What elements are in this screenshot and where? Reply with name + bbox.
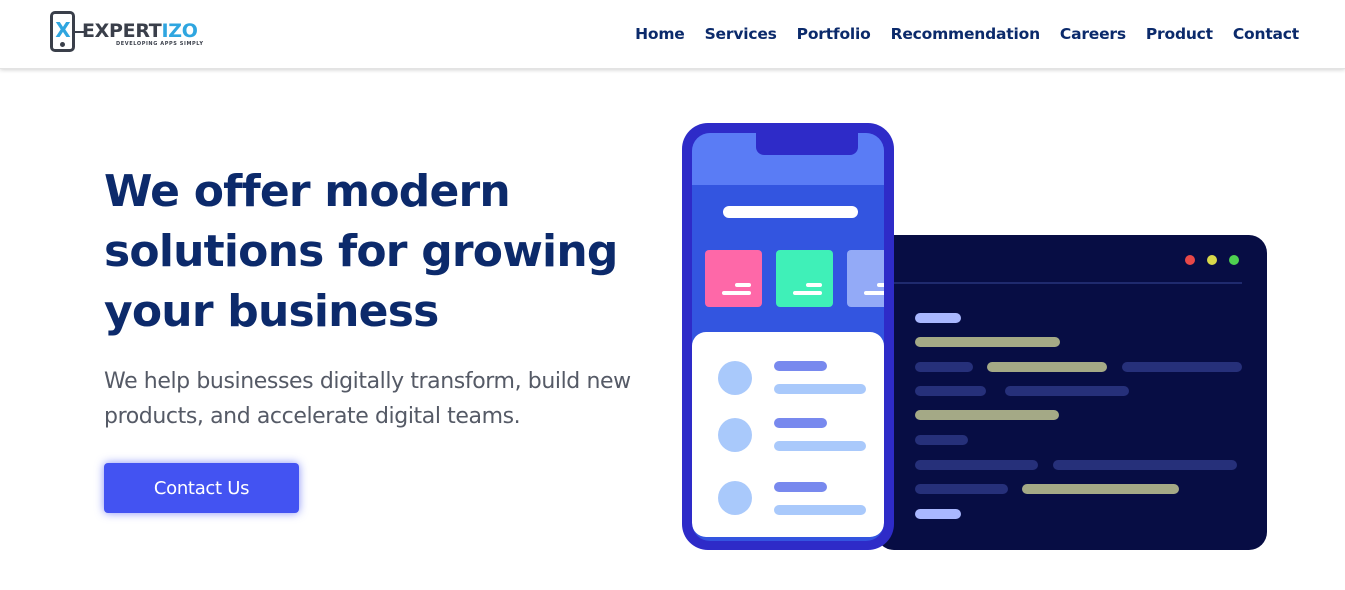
window-minimize-dot: [1207, 255, 1217, 265]
nav-contact[interactable]: Contact: [1233, 24, 1299, 44]
nav-services[interactable]: Services: [705, 24, 777, 44]
nav-home[interactable]: Home: [635, 24, 685, 44]
expertizo-logo[interactable]: X EXPERTIZO DEVELOPING APPS SIMPLY: [50, 10, 220, 54]
app-development-illustration: [682, 123, 1267, 550]
nav-recommendation[interactable]: Recommendation: [891, 24, 1040, 44]
logo-tagline: DEVELOPING APPS SIMPLY: [116, 41, 204, 47]
phone-mockup: [682, 123, 894, 550]
phone-notch: [756, 133, 858, 155]
main-nav: Home Services Portfolio Recommendation C…: [635, 24, 1299, 44]
logo-word-expert: EXPERT: [82, 20, 162, 42]
app-cards: [705, 250, 884, 307]
hero-subtitle: We help businesses digitally transform, …: [104, 369, 631, 429]
logo-word-izo: IZO: [161, 20, 198, 42]
nav-product[interactable]: Product: [1146, 24, 1213, 44]
window-close-dot: [1185, 255, 1195, 265]
phone-logo-icon: X: [50, 11, 75, 52]
code-window: [876, 235, 1267, 550]
logo-mark: X: [55, 18, 71, 42]
logo-wordmark: EXPERTIZO: [82, 20, 198, 42]
nav-careers[interactable]: Careers: [1060, 24, 1126, 44]
window-maximize-dot: [1229, 255, 1239, 265]
site-header: X EXPERTIZO DEVELOPING APPS SIMPLY Home …: [0, 0, 1345, 69]
hero-title: We offer modern solutions for growing yo…: [104, 166, 618, 337]
contact-us-button[interactable]: Contact Us: [104, 463, 299, 513]
nav-portfolio[interactable]: Portfolio: [797, 24, 871, 44]
